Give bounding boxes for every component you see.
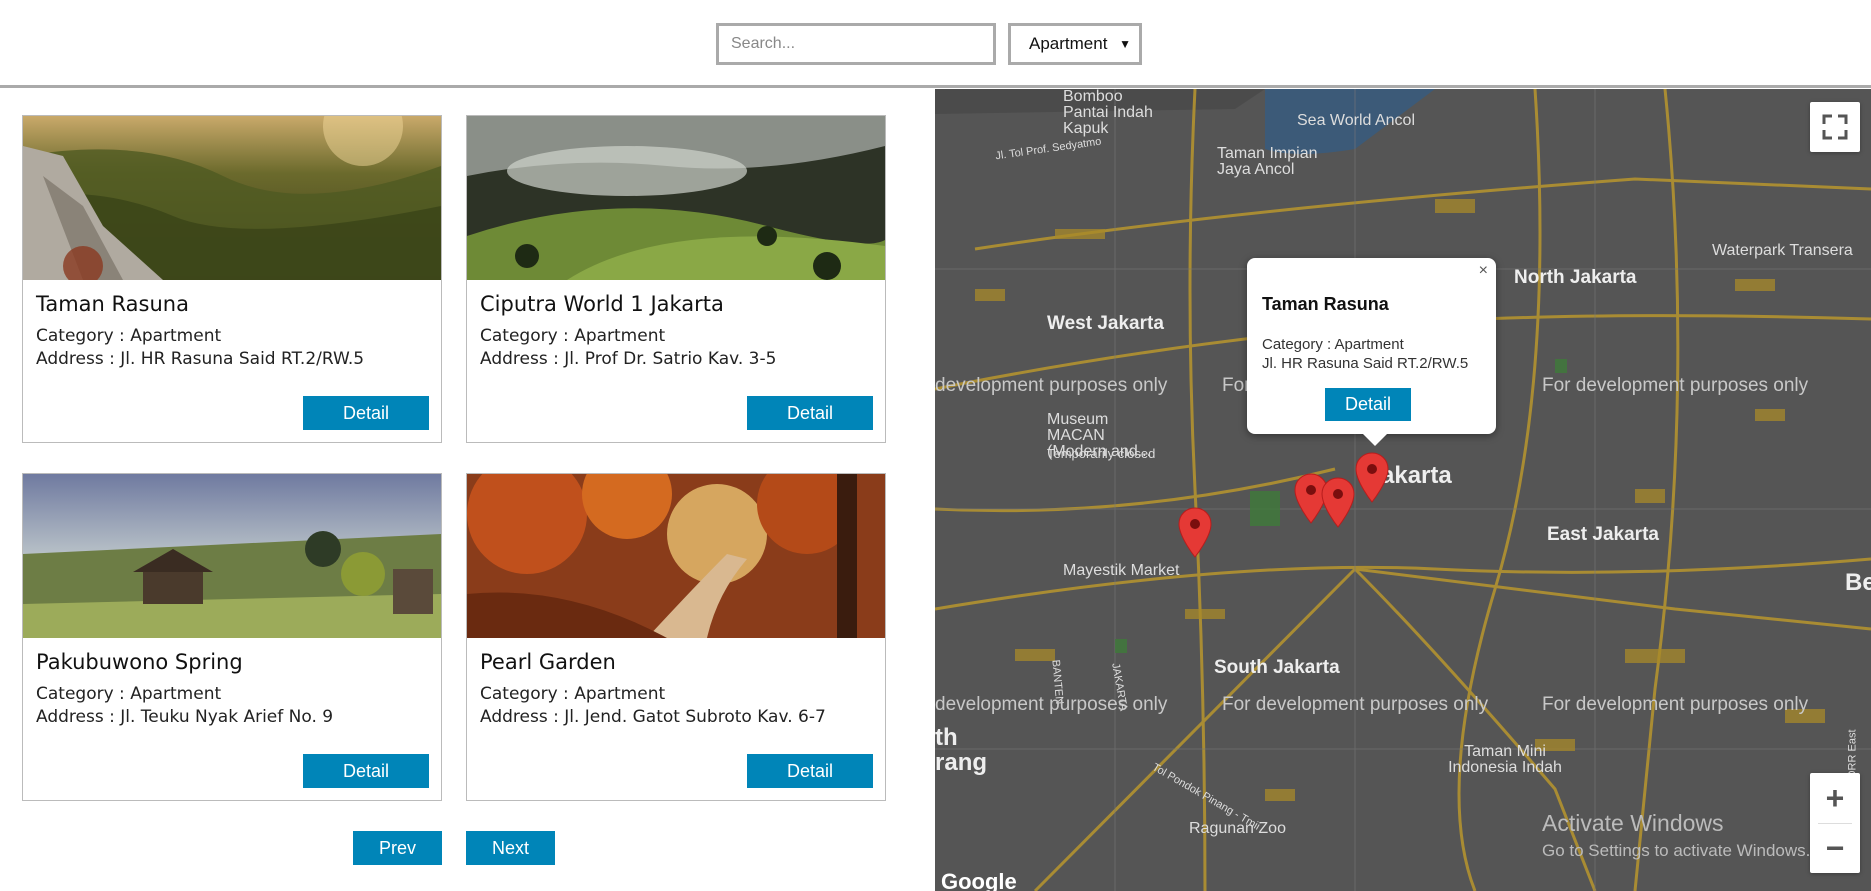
fullscreen-icon — [1822, 114, 1848, 140]
listing-address: Address : Jl. HR Rasuna Said RT.2/RW.5 — [36, 349, 365, 369]
popup-detail-button[interactable]: Detail — [1325, 388, 1411, 421]
map-label-mayestik: Mayestik Market — [1063, 562, 1180, 579]
detail-button[interactable]: Detail — [747, 396, 873, 430]
map-watermark: For development purposes only — [1542, 375, 1809, 396]
chevron-down-icon: ▼ — [1119, 37, 1131, 51]
listing-title: Pakubuwono Spring — [36, 650, 243, 674]
search-input[interactable] — [716, 23, 996, 65]
activate-windows-subtitle: Go to Settings to activate Windows. — [1542, 841, 1811, 860]
popup-category: Category : Apartment — [1262, 336, 1404, 353]
map-label-be: Be — [1845, 569, 1871, 596]
map-marker-icon[interactable] — [1178, 507, 1212, 559]
map-marker-icon[interactable] — [1321, 477, 1355, 529]
map-label-south-jakarta: South Jakarta — [1214, 657, 1340, 678]
map-label-north-jakarta: North Jakarta — [1514, 267, 1637, 288]
map-label-jakarta: akarta — [1381, 462, 1452, 489]
map-watermark: For development purposes only — [1542, 694, 1809, 715]
activate-windows-title: Activate Windows — [1542, 810, 1724, 836]
listing-title: Pearl Garden — [480, 650, 616, 674]
listing-address: Address : Jl. Teuku Nyak Arief No. 9 — [36, 707, 334, 727]
map-label-west-jakarta: West Jakarta — [1047, 313, 1164, 334]
category-select[interactable]: Apartment ▼ — [1008, 23, 1142, 65]
popup-address: Jl. HR Rasuna Said RT.2/RW.5 — [1262, 355, 1469, 372]
listing-image — [467, 116, 885, 280]
listing-card: Ciputra World 1 Jakarta Category : Apart… — [466, 115, 886, 443]
popup-title: Taman Rasuna — [1262, 294, 1389, 314]
map-info-popup: × Taman Rasuna Category : Apartment Jl. … — [1247, 258, 1496, 446]
map-watermark: development purposes only — [935, 375, 1168, 396]
listing-card: Pakubuwono Spring Category : Apartment A… — [22, 473, 442, 801]
map[interactable]: North Jakarta West Jakarta East Jakarta … — [935, 89, 1871, 891]
zoom-out-button[interactable]: − — [1810, 823, 1860, 873]
listing-card: Taman Rasuna Category : Apartment Addres… — [22, 115, 442, 443]
map-label-tmii: Taman Mini Indonesia Indah — [1448, 743, 1562, 776]
map-label-sea-world: Sea World Ancol — [1297, 112, 1415, 129]
listing-image — [467, 474, 885, 638]
detail-button[interactable]: Detail — [747, 754, 873, 788]
listing-address: Address : Jl. Prof Dr. Satrio Kav. 3-5 — [480, 349, 777, 369]
map-roads — [935, 89, 1871, 891]
close-icon[interactable]: × — [1479, 262, 1488, 280]
google-logo: Google — [941, 869, 1017, 891]
listing-category: Category : Apartment — [480, 326, 666, 346]
map-watermark: For development purposes only — [1222, 694, 1489, 715]
map-label-waterpark: Waterpark Transera — [1712, 242, 1853, 259]
listing-title: Taman Rasuna — [36, 292, 189, 316]
listing-title: Ciputra World 1 Jakarta — [480, 292, 724, 316]
listing-category: Category : Apartment — [480, 684, 666, 704]
map-label-bomboo: Bomboo Pantai Indah Kapuk — [1063, 89, 1153, 137]
listing-category: Category : Apartment — [36, 684, 222, 704]
prev-button[interactable]: Prev — [353, 831, 442, 865]
map-label-rang: rang — [935, 749, 988, 776]
detail-button[interactable]: Detail — [303, 754, 429, 788]
zoom-in-button[interactable]: + — [1810, 773, 1860, 823]
map-label-taman-impian: Taman Impian Jaya Ancol — [1217, 145, 1318, 178]
listing-image — [23, 116, 441, 280]
category-select-value: Apartment — [1029, 34, 1108, 53]
map-watermark: development purposes only — [935, 694, 1168, 715]
fullscreen-button[interactable] — [1810, 102, 1860, 152]
listing-image — [23, 474, 441, 638]
detail-button[interactable]: Detail — [303, 396, 429, 430]
listing-address: Address : Jl. Jend. Gatot Subroto Kav. 6… — [480, 707, 826, 727]
listing-card: Pearl Garden Category : Apartment Addres… — [466, 473, 886, 801]
map-label-east-jakarta: East Jakarta — [1547, 524, 1659, 545]
top-bar: Apartment ▼ — [0, 0, 1871, 88]
next-button[interactable]: Next — [466, 831, 555, 865]
zoom-control: + − — [1810, 773, 1860, 873]
listing-category: Category : Apartment — [36, 326, 222, 346]
map-label-museum-note: Temporarily closed — [1047, 446, 1156, 461]
map-label-th: th — [935, 724, 958, 751]
map-marker-icon[interactable] — [1355, 452, 1389, 504]
